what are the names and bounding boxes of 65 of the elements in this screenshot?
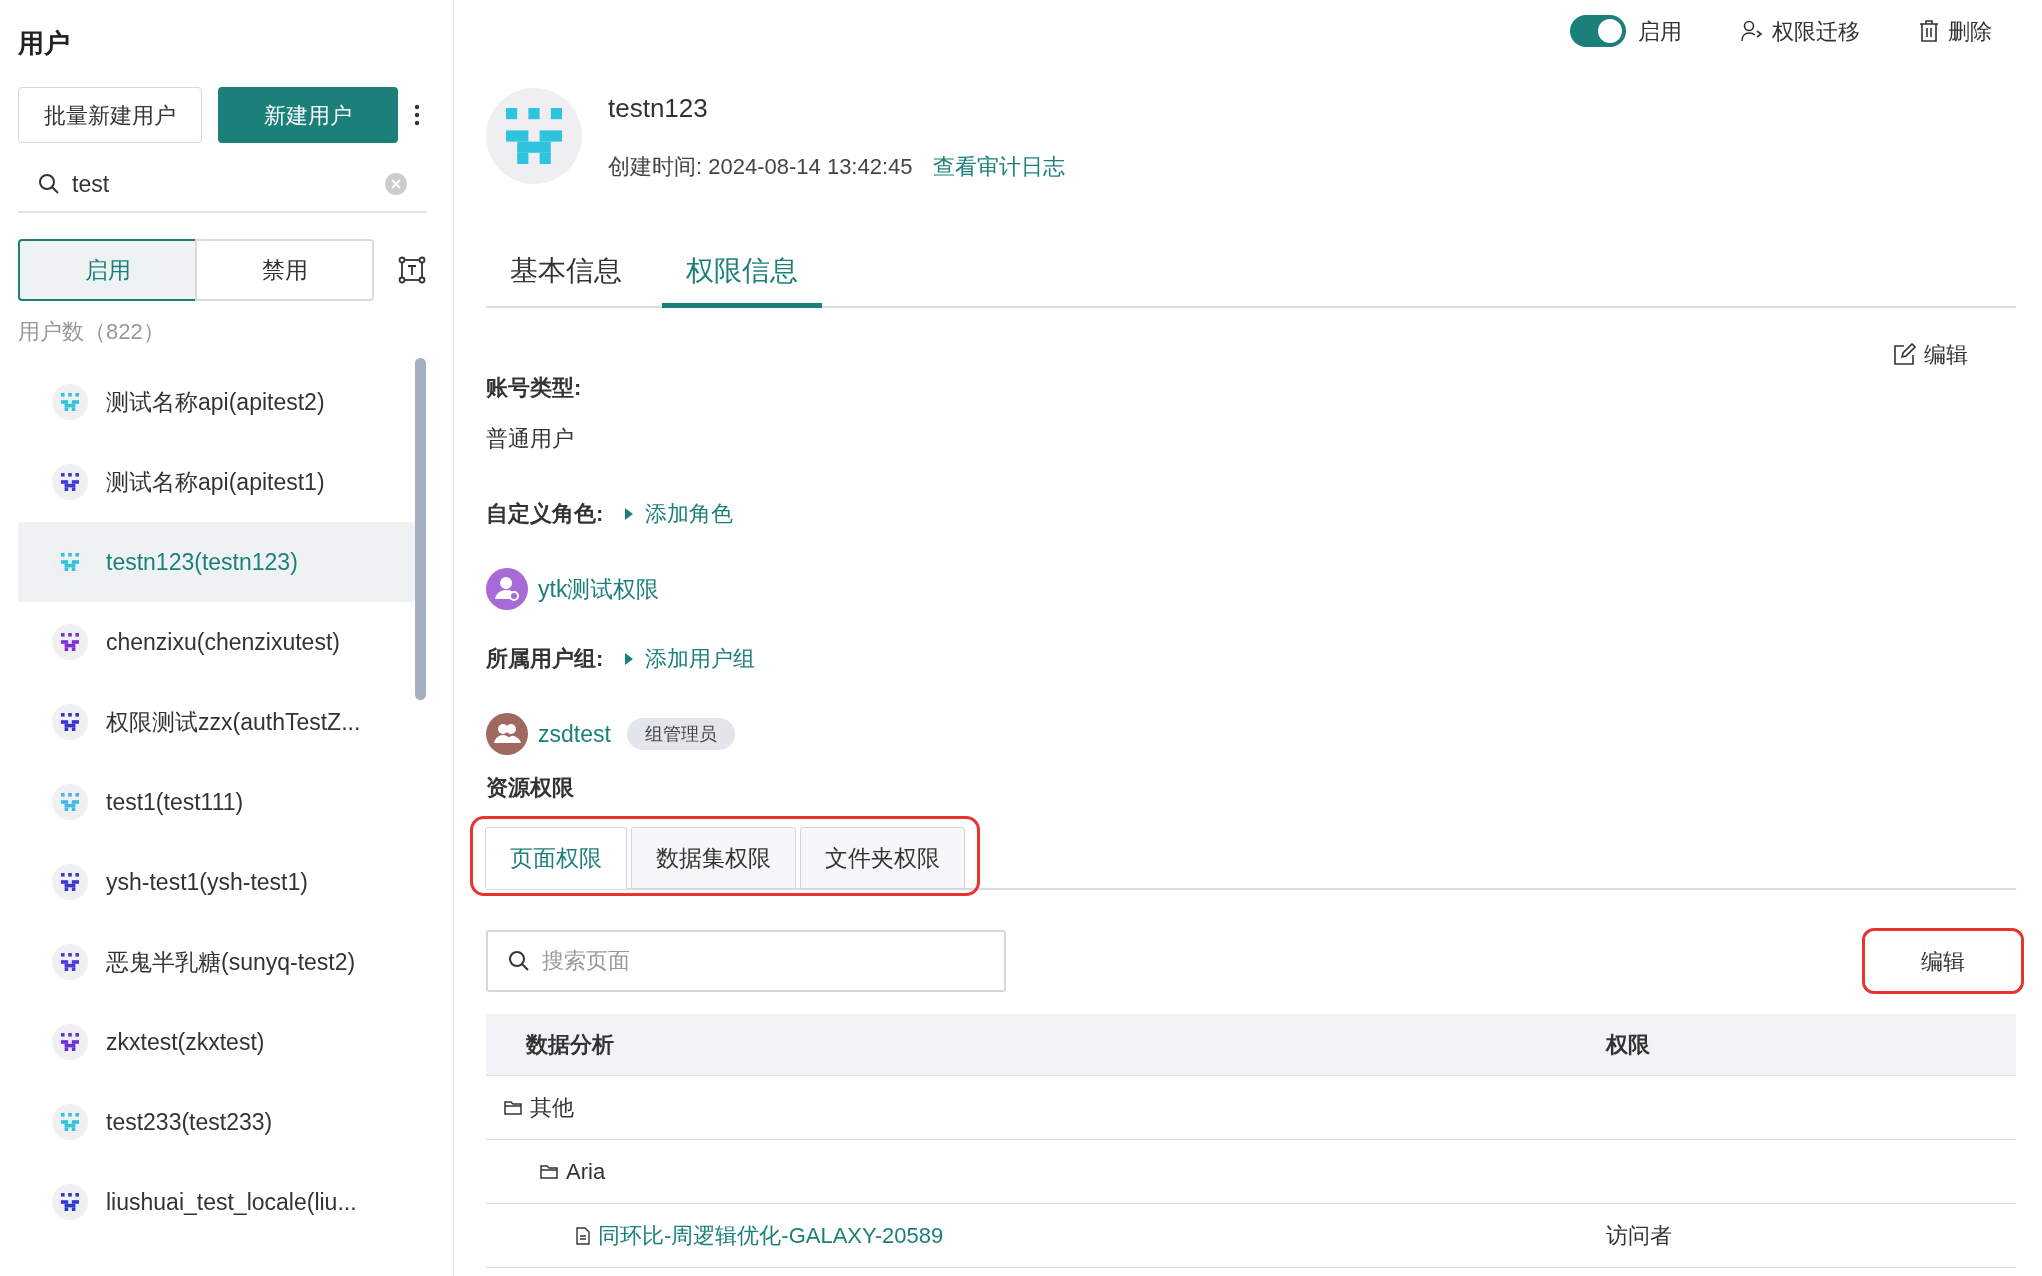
user-list-item[interactable]: 恶鬼半乳糖(sunyq-test2) <box>18 922 415 1002</box>
user-list-item[interactable]: ysh-test1(ysh-test1) <box>18 842 415 922</box>
frame-icon[interactable] <box>398 256 426 284</box>
edit-icon <box>1892 342 1916 367</box>
user-name: testn123 <box>608 92 709 125</box>
field-label: 自定义角色: <box>486 500 604 528</box>
batch-create-button[interactable]: 批量新建用户 <box>18 87 202 143</box>
search-field[interactable]: test <box>18 157 427 213</box>
pixel-avatar-icon <box>506 108 562 164</box>
create-user-button[interactable]: 新建用户 <box>218 87 398 143</box>
delete-button[interactable]: 删除 <box>1918 14 1992 48</box>
audit-log-link[interactable]: 查看审计日志 <box>932 150 1065 183</box>
add-role-link[interactable]: 添加角色 <box>625 497 734 530</box>
user-list-item[interactable]: 测试名称api(apitest1) <box>18 442 415 522</box>
sidebar-title: 用户 <box>18 27 71 60</box>
folder-icon <box>540 1163 558 1180</box>
user-list-item[interactable]: zkxtest(zkxtest) <box>18 1002 415 1082</box>
resource-tab[interactable]: 数据集权限 <box>631 827 796 889</box>
field-label: 账号类型: <box>486 374 583 402</box>
user-list-item[interactable]: chenzixu(chenzixutest) <box>18 602 415 682</box>
user-list-item[interactable]: 测试名称api(apitest2) <box>18 362 415 442</box>
user-list-item[interactable]: 权限测试zzx(authTestZ... <box>18 682 415 762</box>
field-label: 所属用户组: <box>486 645 604 673</box>
search-field[interactable]: 搜索页面 <box>486 930 1006 992</box>
resource-tab[interactable]: 页面权限 <box>485 827 627 889</box>
detail-tab[interactable]: 基本信息 <box>486 238 646 308</box>
edit-button[interactable]: 编辑 <box>1865 931 2021 991</box>
user-arrow-icon <box>1740 19 1764 43</box>
caret-icon <box>625 507 634 520</box>
account-type-value: 普通用户 <box>486 425 575 453</box>
folder-icon <box>504 1099 522 1116</box>
group-link[interactable]: zsdtest <box>538 716 611 752</box>
user-list-item[interactable]: test1(test111) <box>18 762 415 842</box>
folder-name: Aria <box>566 1158 606 1186</box>
role-link[interactable]: ytk测试权限 <box>538 571 660 607</box>
group-avatar-icon <box>486 713 528 755</box>
toggle-switch[interactable] <box>1570 15 1626 47</box>
status-segment[interactable]: 启用 <box>18 239 197 301</box>
column-header: 权限 <box>1606 1031 1650 1059</box>
user-list-item[interactable]: liushuai_test_locale(liu... <box>18 1162 415 1242</box>
created-time: 创建时间: 2024-08-14 13:42:45 <box>608 153 913 181</box>
user-list-item[interactable]: testn123(testn123) <box>18 522 415 602</box>
more-icon[interactable] <box>414 104 420 126</box>
trash-icon <box>1918 19 1940 43</box>
scrollbar-thumb[interactable] <box>415 358 426 700</box>
role-avatar-icon <box>486 568 528 610</box>
detail-tab[interactable]: 权限信息 <box>662 238 822 308</box>
search-icon <box>38 173 60 195</box>
search-icon <box>508 950 530 972</box>
edit-link[interactable]: 编辑 <box>1892 338 1968 371</box>
page-link[interactable]: 同环比-周逻辑优化-GALAXY-20589 <box>598 1219 944 1252</box>
document-icon <box>576 1226 590 1245</box>
toggle-label: 启用 <box>1638 17 1682 46</box>
folder-name: 其他 <box>530 1094 574 1122</box>
transfer-permission-button[interactable]: 权限迁移 <box>1740 14 1860 48</box>
section-title: 资源权限 <box>486 774 575 802</box>
user-count: 用户数（822） <box>18 318 166 346</box>
user-list-item[interactable]: test233(test233) <box>18 1082 415 1162</box>
permission-cell-text: 访问者 <box>1606 1222 1672 1250</box>
status-segment[interactable]: 禁用 <box>195 239 374 301</box>
role-badge: 组管理员 <box>626 718 735 750</box>
resource-tab[interactable]: 文件夹权限 <box>800 827 965 889</box>
caret-icon <box>625 652 634 665</box>
add-group-link[interactable]: 添加用户组 <box>625 642 756 675</box>
column-header: 数据分析 <box>524 1031 615 1059</box>
